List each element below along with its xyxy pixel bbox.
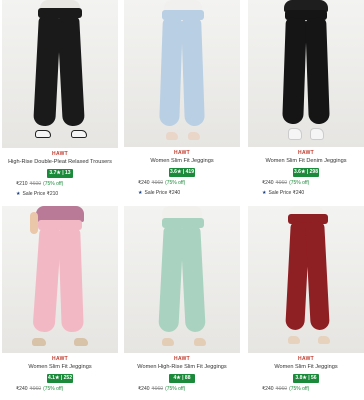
product-image[interactable]: [248, 0, 364, 147]
product-card[interactable]: HAWT Women Slim Fit Denim Jeggings 3.6★ …: [248, 0, 364, 197]
sale-price: ₹240: [262, 180, 274, 186]
rating-badge: 4.1★ | 252: [47, 374, 73, 383]
price-row: ₹240 ₹960 (75% off): [2, 386, 118, 393]
sale-price-tag: ★ Sale Price ₹240: [248, 190, 364, 197]
rating-badge: 3.6★ | 419: [169, 168, 195, 177]
original-price: ₹960: [29, 386, 42, 392]
product-card[interactable]: HAWT Women High-Rise Slim Fit Jeggings 4…: [124, 206, 240, 393]
sale-price-text: Sale Price ₹240: [144, 190, 181, 196]
star-icon: ★: [138, 190, 143, 196]
brand-name: HAWT: [298, 150, 314, 156]
original-price: ₹600: [29, 181, 42, 187]
rating-badge: 3.8★ | 56: [293, 374, 319, 383]
sale-price: ₹240: [262, 386, 274, 392]
sale-price-tag: ★ Sale Price ₹210: [2, 191, 118, 198]
product-title[interactable]: Women Slim Fit Denim Jeggings: [248, 158, 364, 165]
price-row: ₹240 ₹960 (75% off): [124, 180, 240, 187]
sale-price-text: Sale Price ₹240: [268, 190, 305, 196]
discount: (75% off): [289, 386, 310, 392]
brand-name: HAWT: [52, 356, 68, 362]
product-card[interactable]: HAWT Women Slim Fit Jeggings 3.8★ | 56 ₹…: [248, 206, 364, 393]
discount: (75% off): [289, 180, 310, 186]
star-icon: ★: [16, 191, 21, 197]
original-price: ₹960: [275, 180, 288, 186]
discount: (75% off): [43, 386, 64, 392]
rating-badge: 3.6★ | 298: [293, 168, 319, 177]
sale-price-tag: ★ Sale Price ₹240: [124, 190, 240, 197]
discount: (75% off): [165, 386, 186, 392]
product-card[interactable]: HAWT Women Slim Fit Jeggings 3.6★ | 419 …: [124, 0, 240, 197]
price-row: ₹240 ₹960 (75% off): [124, 386, 240, 393]
sale-price: ₹240: [138, 386, 150, 392]
price-row: ₹240 ₹960 (75% off): [248, 386, 364, 393]
sale-price: ₹240: [16, 386, 28, 392]
product-title[interactable]: Women Slim Fit Jeggings: [124, 158, 240, 165]
original-price: ₹960: [151, 386, 164, 392]
rating-badge: 3.7★ | 13: [47, 169, 73, 178]
sale-price: ₹210: [16, 181, 28, 187]
product-title[interactable]: Women Slim Fit Jeggings: [2, 364, 118, 371]
product-image[interactable]: [248, 206, 364, 353]
price-row: ₹210 ₹600 (75% off): [2, 181, 118, 188]
sale-price-text: Sale Price ₹210: [22, 191, 59, 197]
brand-name: HAWT: [174, 356, 190, 362]
product-card[interactable]: HAWT High-Rise Double-Pleat Relaxed Trou…: [2, 0, 118, 198]
price-row: ₹240 ₹960 (75% off): [248, 180, 364, 187]
brand-name: HAWT: [52, 151, 68, 157]
product-image[interactable]: [124, 206, 240, 353]
star-icon: ★: [262, 190, 267, 196]
product-title[interactable]: High-Rise Double-Pleat Relaxed Trousers: [2, 159, 118, 166]
product-card[interactable]: HAWT Women Slim Fit Jeggings 4.1★ | 252 …: [2, 206, 118, 393]
product-image[interactable]: [2, 0, 118, 148]
product-image[interactable]: [124, 0, 240, 147]
brand-name: HAWT: [174, 150, 190, 156]
product-grid: HAWT High-Rise Double-Pleat Relaxed Trou…: [0, 0, 364, 400]
original-price: ₹960: [151, 180, 164, 186]
product-title[interactable]: Women Slim Fit Jeggings: [248, 364, 364, 371]
discount: (75% off): [165, 180, 186, 186]
product-title[interactable]: Women High-Rise Slim Fit Jeggings: [124, 364, 240, 371]
product-image[interactable]: [2, 206, 118, 353]
brand-name: HAWT: [298, 356, 314, 362]
discount: (75% off): [43, 181, 64, 187]
sale-price: ₹240: [138, 180, 150, 186]
rating-badge: 4★ | 88: [169, 374, 195, 383]
original-price: ₹960: [275, 386, 288, 392]
